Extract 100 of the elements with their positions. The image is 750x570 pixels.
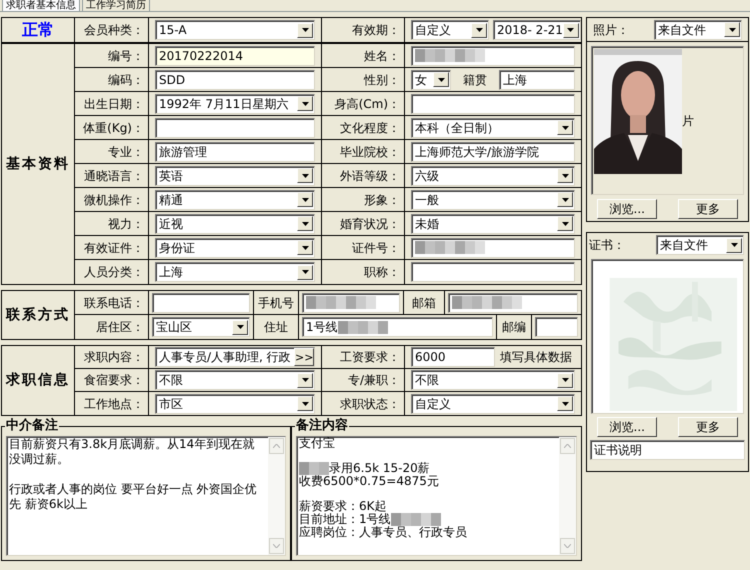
caret-icon — [302, 174, 308, 178]
dropdown[interactable]: 精通 — [155, 190, 315, 210]
dropdown[interactable]: 不限 — [411, 370, 575, 390]
note-text: 目前地址：1号线 — [299, 513, 391, 526]
dropdown-arrow-button[interactable] — [557, 168, 573, 183]
action-button[interactable]: 更多 — [678, 417, 738, 437]
dropdown[interactable]: 六级 — [411, 166, 575, 186]
field-label: 工作地点： — [84, 396, 144, 412]
text-field[interactable]: 旅游管理 — [155, 142, 315, 162]
dropdown[interactable]: 自定义 — [411, 394, 575, 414]
dropdown-arrow-button[interactable] — [471, 22, 487, 38]
field-label: 居住区： — [96, 319, 144, 336]
dropdown-arrow-button[interactable] — [297, 216, 313, 231]
dropdown[interactable]: 英语 — [155, 166, 315, 186]
section-title: 正常 — [22, 19, 54, 41]
field-label: 有效证件： — [84, 240, 144, 256]
dropdown-arrow-button[interactable] — [724, 22, 740, 37]
redaction-mosaic — [415, 49, 485, 62]
dropdown[interactable]: 宝山区 — [152, 317, 250, 337]
text-field[interactable]: 20170222014 — [155, 46, 315, 66]
action-button[interactable]: 浏览... — [597, 199, 658, 219]
text-field[interactable] — [155, 118, 315, 138]
field-label: 视力： — [108, 216, 144, 232]
note-text: 支付宝 — [299, 437, 335, 450]
dropdown-arrow-button[interactable] — [297, 22, 313, 38]
text-field[interactable] — [411, 94, 575, 114]
field-label: 出生日期： — [84, 96, 144, 112]
text-field[interactable] — [411, 46, 575, 66]
action-button[interactable]: 浏览... — [597, 417, 658, 437]
dropdown[interactable]: 身份证 — [155, 238, 315, 258]
dropdown[interactable]: 来自文件 — [656, 235, 744, 255]
dropdown-arrow-button[interactable] — [297, 396, 313, 411]
dropdown-arrow-button[interactable] — [297, 168, 313, 183]
dropdown[interactable]: 自定义 — [411, 20, 489, 40]
dropdown-arrow-button[interactable] — [297, 240, 313, 255]
dropdown-arrow-button[interactable] — [557, 120, 573, 135]
text-field[interactable]: 上海师范大学/旅游学院 — [411, 142, 575, 162]
dropdown[interactable]: 市区 — [155, 394, 315, 414]
more-button[interactable]: >> — [294, 348, 314, 366]
dropdown-arrow-button[interactable] — [726, 238, 742, 252]
text-field[interactable]: 上海 — [499, 70, 575, 90]
text-field[interactable] — [535, 317, 578, 337]
dropdown[interactable]: 1992年 7月11日星期六 — [155, 94, 315, 114]
field-label: 毕业院校： — [340, 144, 400, 160]
text-field[interactable] — [411, 238, 575, 258]
field-label: 有效期： — [352, 22, 400, 39]
dropdown[interactable]: 一般 — [411, 190, 575, 210]
action-button[interactable]: 更多 — [678, 199, 738, 219]
dropdown-arrow-button[interactable] — [297, 192, 313, 207]
field-label: 会员种类： — [84, 22, 144, 39]
dropdown-arrow-button[interactable] — [557, 396, 573, 411]
caret-icon — [562, 198, 568, 202]
dropdown-arrow-button[interactable] — [297, 264, 313, 280]
dropdown-arrow-button[interactable] — [433, 72, 449, 87]
dropdown-arrow-button[interactable] — [557, 216, 573, 231]
field-label: 联系电话： — [84, 294, 144, 312]
dropdown[interactable]: 不限 — [155, 370, 315, 390]
field-label: 性别： — [364, 72, 400, 88]
dropdown[interactable]: 上海 — [155, 262, 315, 282]
field-label: 婚育状况： — [340, 216, 400, 232]
text-field[interactable]: 6000 — [411, 347, 495, 367]
dropdown[interactable]: 本科（全日制） — [411, 118, 575, 138]
field-label: 人员分类： — [84, 264, 144, 281]
field-label: 编号： — [108, 48, 144, 64]
dropdown-arrow-button[interactable] — [557, 372, 573, 388]
caret-icon — [302, 378, 308, 382]
field-label: 姓名： — [364, 48, 400, 64]
text-field[interactable] — [411, 262, 575, 282]
redaction-mosaic — [415, 241, 485, 254]
chevron-down-icon — [273, 544, 280, 548]
tab[interactable]: 求职者基本信息 — [2, 0, 80, 11]
dropdown[interactable]: 未婚 — [411, 214, 575, 234]
text-field[interactable]: 人事专员/人事助理, 行政 >> — [155, 347, 315, 367]
field-label: 职称： — [364, 264, 400, 281]
dropdown[interactable]: 女 — [411, 70, 451, 90]
text-field[interactable] — [448, 292, 578, 312]
text-field[interactable] — [152, 292, 250, 312]
dropdown-arrow-button[interactable] — [562, 22, 579, 38]
text-field[interactable]: 证书说明 — [590, 440, 745, 460]
dropdown-arrow-button[interactable] — [557, 192, 573, 207]
field-label: 编码： — [108, 72, 144, 88]
dropdown-arrow-button[interactable] — [232, 320, 248, 334]
chevron-down-icon — [564, 544, 571, 548]
dropdown[interactable]: 近视 — [155, 214, 315, 234]
tab[interactable]: 工作学习简历 — [82, 0, 150, 11]
field-label: 食宿要求： — [84, 372, 144, 389]
note-text: 收费6500*0.75=4875元 — [299, 475, 439, 488]
dropdown-arrow-button[interactable] — [297, 372, 313, 388]
text-field[interactable]: 1号线 — [302, 317, 493, 337]
caret-icon — [562, 222, 568, 226]
caret-icon — [567, 28, 574, 32]
dropdown[interactable]: 15-A — [155, 20, 315, 40]
dropdown[interactable]: 2018- 2-21 — [493, 20, 581, 40]
text-field[interactable] — [302, 292, 400, 312]
dropdown-arrow-button[interactable] — [297, 96, 313, 111]
caret-icon — [302, 402, 308, 406]
text-field[interactable]: SDD — [155, 70, 315, 90]
chevron-up-icon — [564, 444, 571, 448]
caret-icon — [302, 28, 308, 32]
dropdown[interactable]: 来自文件 — [654, 20, 742, 40]
